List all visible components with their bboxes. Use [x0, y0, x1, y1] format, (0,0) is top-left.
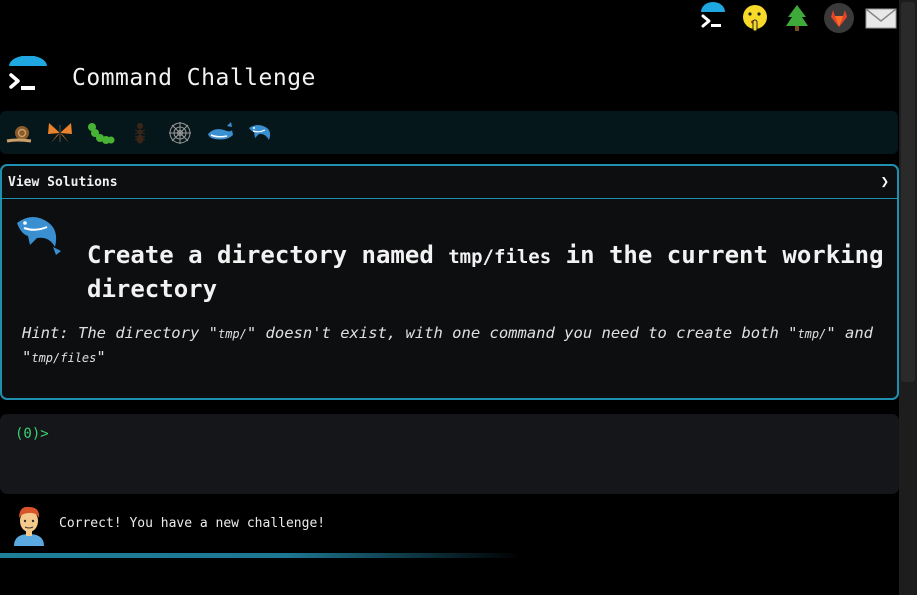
- spider-web-icon[interactable]: [164, 117, 196, 149]
- dolphin-icon[interactable]: [244, 117, 276, 149]
- chevron-right-icon: ❯: [880, 174, 889, 190]
- hint-code: tmp/: [217, 327, 247, 341]
- terminal-icon[interactable]: [697, 2, 729, 34]
- view-solutions-toggle[interactable]: View Solutions ❯: [2, 166, 897, 199]
- caterpillar-icon[interactable]: [84, 117, 116, 149]
- challenge-card: View Solutions ❯ Create a directory name…: [0, 164, 899, 400]
- status-message: Correct! You have a new challenge!: [59, 516, 326, 531]
- whale-icon[interactable]: [204, 117, 236, 149]
- hint-part: ": [96, 348, 106, 366]
- hint-part: Hint: The directory ": [22, 324, 218, 342]
- butterfly-icon[interactable]: [44, 117, 76, 149]
- hint-part: " doesn't exist, with one command you ne…: [246, 324, 798, 342]
- snail-icon[interactable]: [4, 117, 36, 149]
- challenge-text-part: Create a directory named: [87, 241, 449, 269]
- dolphin-icon: [13, 211, 63, 261]
- level-icon-bar: [0, 111, 898, 154]
- view-solutions-label: View Solutions: [8, 174, 118, 190]
- mail-icon[interactable]: [865, 2, 897, 34]
- top-icon-bar: [697, 2, 897, 34]
- progress-bar: [0, 553, 899, 558]
- challenge-code: tmp/files: [448, 246, 552, 268]
- terminal-logo-icon[interactable]: [6, 56, 50, 100]
- man-avatar-icon: [12, 504, 46, 546]
- page-title: Command Challenge: [72, 65, 316, 91]
- page: Command Challenge View Solutions ❯ Creat…: [0, 0, 917, 595]
- challenge-description: Create a directory named tmp/files in th…: [87, 239, 887, 305]
- header: Command Challenge: [6, 48, 316, 108]
- gitlab-icon[interactable]: [823, 2, 855, 34]
- terminal-prompt: (0)>: [15, 426, 49, 442]
- ant-icon[interactable]: [124, 117, 156, 149]
- shushing-face-icon[interactable]: [739, 2, 771, 34]
- tree-icon[interactable]: [781, 2, 813, 34]
- scrollbar-thumb[interactable]: [901, 2, 915, 382]
- terminal[interactable]: (0)>: [0, 414, 899, 494]
- progress-fill: [0, 553, 522, 558]
- hint-code: tmp/files: [31, 351, 97, 365]
- hint-text: Hint: The directory "tmp/" doesn't exist…: [22, 322, 892, 370]
- hint-code: tmp/: [797, 327, 827, 341]
